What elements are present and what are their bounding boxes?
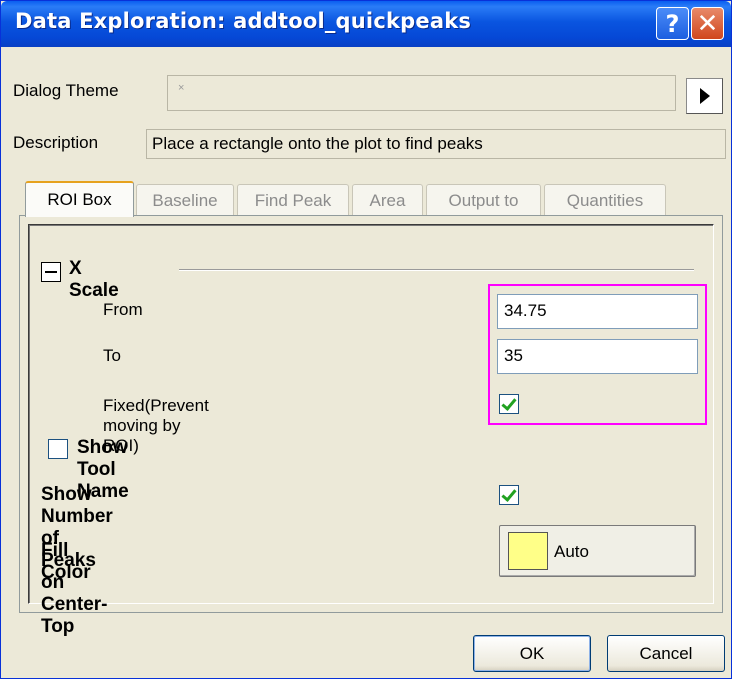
window-title: Data Exploration: addtool_quickpeaks xyxy=(15,9,472,33)
dialog-theme-field[interactable]: × xyxy=(167,75,676,111)
tab-output-to[interactable]: Output to xyxy=(426,184,541,216)
ok-label: OK xyxy=(519,643,545,663)
description-text: Place a rectangle onto the plot to find … xyxy=(152,134,483,153)
close-button[interactable]: ✕ xyxy=(691,7,724,40)
fill-color-value: Auto xyxy=(554,542,589,561)
theme-menu-button[interactable] xyxy=(686,78,723,114)
x-scale-title: X Scale xyxy=(69,258,119,301)
tab-roi-box[interactable]: ROI Box xyxy=(25,181,134,217)
tab-label: Quantities xyxy=(566,190,644,210)
show-number-peaks-checkbox[interactable] xyxy=(499,485,519,505)
group-divider xyxy=(179,269,694,271)
help-button[interactable]: ? xyxy=(656,7,689,40)
tab-find-peak[interactable]: Find Peak xyxy=(237,184,349,216)
dialog-window: Data Exploration: addtool_quickpeaks ? ✕… xyxy=(0,0,732,679)
cancel-label: Cancel xyxy=(639,643,693,663)
close-icon: ✕ xyxy=(696,8,719,39)
from-label: From xyxy=(103,300,143,319)
description-field: Place a rectangle onto the plot to find … xyxy=(146,129,726,159)
collapse-toggle-icon[interactable] xyxy=(41,262,61,282)
ok-button[interactable]: OK xyxy=(473,635,591,672)
to-label: To xyxy=(103,346,121,365)
dialog-theme-value: × xyxy=(178,82,185,94)
play-arrow-icon xyxy=(699,88,710,104)
color-swatch xyxy=(508,532,548,570)
tab-baseline[interactable]: Baseline xyxy=(136,184,234,216)
tab-quantities[interactable]: Quantities xyxy=(544,184,666,216)
dialog-theme-label: Dialog Theme xyxy=(13,81,119,100)
tab-label: Area xyxy=(369,190,406,210)
tab-label: Baseline xyxy=(152,190,218,210)
cancel-button[interactable]: Cancel xyxy=(607,635,725,672)
highlight-box xyxy=(488,284,707,425)
tab-label: Output to xyxy=(448,190,519,210)
title-bar[interactable]: Data Exploration: addtool_quickpeaks ? ✕ xyxy=(1,1,731,47)
fill-color-label: Fill Color xyxy=(41,540,91,583)
show-tool-name-checkbox[interactable] xyxy=(48,439,68,459)
tab-label: Find Peak xyxy=(254,190,332,210)
description-label: Description xyxy=(13,133,99,152)
fill-color-button[interactable]: Auto xyxy=(499,525,696,577)
help-icon: ? xyxy=(665,9,680,38)
tab-label: ROI Box xyxy=(47,190,112,209)
tab-area[interactable]: Area xyxy=(352,184,423,216)
